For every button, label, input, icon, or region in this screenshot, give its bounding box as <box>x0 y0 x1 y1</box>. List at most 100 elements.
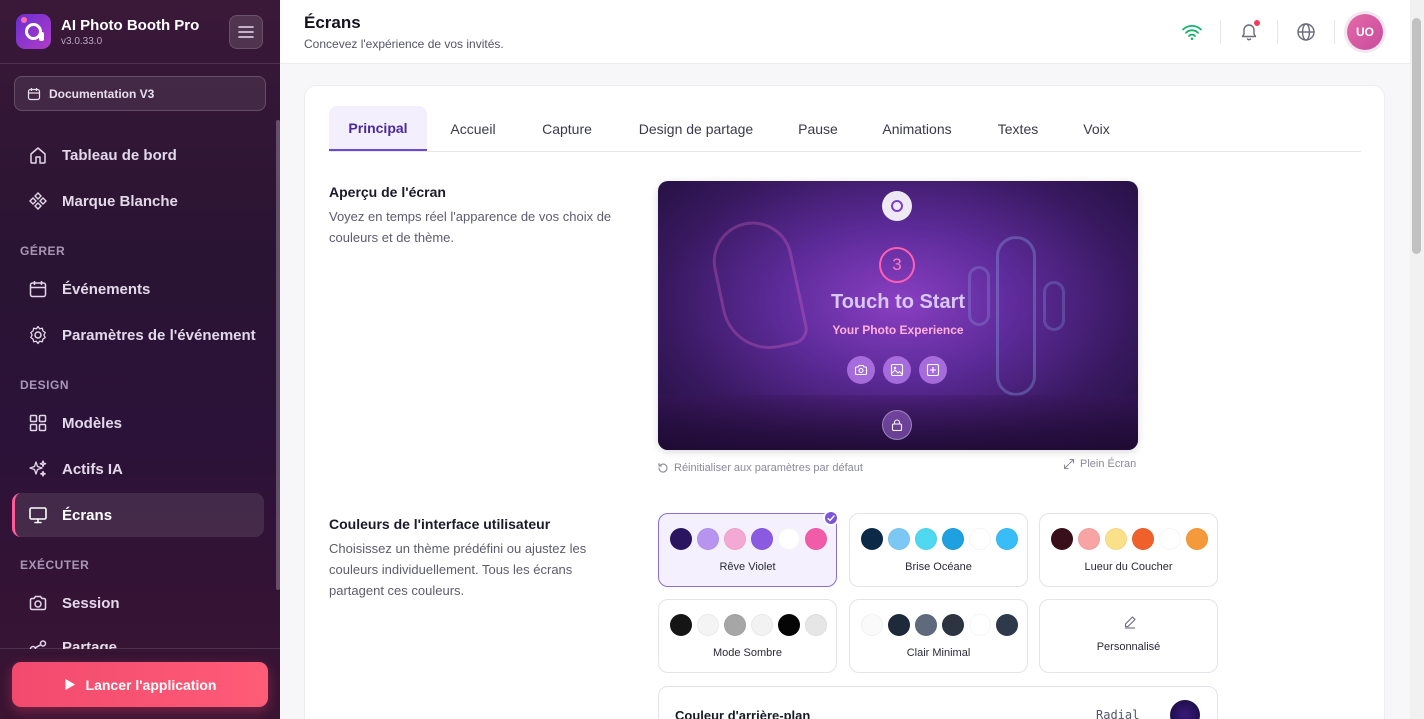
sidebar-scrollbar[interactable] <box>276 120 280 590</box>
sidebar-item-events[interactable]: Événements <box>12 267 264 311</box>
brand[interactable]: AI Photo Booth Pro v3.0.33.0 <box>16 14 199 49</box>
theme-card-lueur-coucher[interactable]: Lueur du Coucher <box>1039 513 1218 587</box>
header-separator <box>1334 20 1335 44</box>
color-swatch <box>996 614 1018 636</box>
sidebar-item-label: Écrans <box>62 506 113 524</box>
launch-app-label: Lancer l'application <box>85 676 217 693</box>
section-design: DESIGN <box>20 378 70 392</box>
sidebar-item-share[interactable]: Partage <box>12 627 264 649</box>
cactus-neon-decoration <box>996 236 1036 396</box>
sidebar-divider <box>0 648 280 649</box>
launch-app-button[interactable]: Lancer l'application <box>12 662 268 707</box>
sidebar-item-label: Paramètres de l'événement <box>62 326 256 344</box>
background-color-row[interactable]: Couleur d'arrière-plan Radial <box>658 686 1218 719</box>
hamburger-menu-button[interactable] <box>229 15 263 49</box>
wifi-status[interactable] <box>1180 20 1204 44</box>
camera-icon <box>29 595 47 611</box>
sidebar-item-dashboard[interactable]: Tableau de bord <box>12 133 264 177</box>
app-logo-icon <box>16 14 51 49</box>
sidebar-item-label: Session <box>62 594 120 612</box>
sidebar-item-session[interactable]: Session <box>12 581 264 625</box>
theme-card-reve-violet[interactable]: Rêve Violet <box>658 510 839 587</box>
sidebar-item-ai-assets[interactable]: Actifs IA <box>12 447 264 491</box>
documentation-button[interactable]: Documentation V3 <box>14 76 266 111</box>
preview-countdown: 3 <box>879 247 915 283</box>
header-separator <box>1220 20 1221 44</box>
theme-name: Rêve Violet <box>719 561 776 573</box>
theme-card-clair-minimal[interactable]: Clair Minimal <box>849 599 1028 673</box>
color-swatch <box>805 528 827 550</box>
reset-defaults-link[interactable]: Réinitialiser aux paramètres par défaut <box>657 462 863 474</box>
theme-swatches <box>861 528 1023 550</box>
tab-principal[interactable]: Principal <box>329 106 427 151</box>
tab-accueil[interactable]: Accueil <box>439 106 507 151</box>
notification-badge <box>1254 20 1260 26</box>
documentation-label: Documentation V3 <box>49 86 155 101</box>
color-swatch <box>915 614 937 636</box>
screen-preview[interactable]: 3 Touch to Start Your Photo Experience <box>658 181 1138 450</box>
color-swatch <box>942 614 964 636</box>
screen-tabs: Principal Accueil Capture Design de part… <box>329 106 1361 152</box>
color-swatch <box>697 614 719 636</box>
color-swatch <box>1159 528 1181 550</box>
sidebar-item-label: Marque Blanche <box>62 192 178 210</box>
preview-screen-title: Touch to Start <box>830 291 966 313</box>
theme-card-custom[interactable]: Personnalisé <box>1039 599 1218 673</box>
scrollbar-thumb[interactable] <box>1412 18 1421 254</box>
colors-section-title: Couleurs de l'interface utilisateur <box>329 516 551 532</box>
color-swatch <box>751 614 773 636</box>
pencil-icon <box>1124 616 1136 629</box>
reset-defaults-label: Réinitialiser aux paramètres par défaut <box>674 462 863 474</box>
reset-icon <box>658 462 668 473</box>
tab-textes[interactable]: Textes <box>990 106 1046 151</box>
theme-name: Brise Océane <box>905 561 972 573</box>
sidebar-item-screens[interactable]: Écrans <box>12 493 264 537</box>
image-icon <box>890 363 904 377</box>
sidebar: AI Photo Booth Pro v3.0.33.0 Documentati… <box>0 0 280 719</box>
tab-animations[interactable]: Animations <box>872 106 962 151</box>
sidebar-divider <box>0 63 280 64</box>
tab-voix[interactable]: Voix <box>1074 106 1119 151</box>
color-swatch <box>888 614 910 636</box>
color-swatch <box>1078 528 1100 550</box>
color-swatch <box>1105 528 1127 550</box>
sparkles-icon <box>29 460 47 477</box>
theme-name: Clair Minimal <box>906 647 971 659</box>
tab-design-partage[interactable]: Design de partage <box>629 106 763 151</box>
preview-lock-button[interactable] <box>882 410 912 440</box>
notifications-button[interactable] <box>1237 20 1261 44</box>
color-swatch <box>670 614 692 636</box>
calendar-icon <box>29 281 47 298</box>
color-swatch <box>670 528 692 550</box>
sidebar-item-label: Modèles <box>62 414 123 432</box>
preview-logo-icon <box>882 191 912 221</box>
color-swatch <box>778 614 800 636</box>
color-swatch <box>1132 528 1154 550</box>
preview-add-button[interactable] <box>919 356 947 384</box>
preview-camera-button[interactable] <box>847 356 875 384</box>
monitor-icon <box>29 507 47 524</box>
app-version: v3.0.33.0 <box>61 35 103 47</box>
sidebar-item-label: Tableau de bord <box>62 146 177 164</box>
sidebar-item-event-settings[interactable]: Paramètres de l'événement <box>12 313 264 357</box>
color-swatch <box>1051 528 1073 550</box>
colors-section-description: Choisissez un thème prédéfini ou ajustez… <box>329 541 587 598</box>
language-button[interactable] <box>1294 20 1318 44</box>
tab-pause[interactable]: Pause <box>789 106 847 151</box>
hamburger-icon <box>238 26 254 38</box>
fullscreen-link[interactable]: Plein Écran <box>1063 458 1136 470</box>
calendar-icon <box>27 87 41 100</box>
gear-icon <box>30 325 46 345</box>
tab-capture[interactable]: Capture <box>532 106 602 151</box>
theme-card-brise-oceane[interactable]: Brise Océane <box>849 513 1028 587</box>
color-swatch <box>969 614 991 636</box>
main-scrollbar[interactable] <box>1410 0 1424 719</box>
theme-card-mode-sombre[interactable]: Mode Sombre <box>658 599 837 673</box>
sidebar-item-white-label[interactable]: Marque Blanche <box>12 179 264 223</box>
sidebar-item-templates[interactable]: Modèles <box>12 401 264 445</box>
expand-icon <box>1063 458 1075 470</box>
preview-gallery-button[interactable] <box>883 356 911 384</box>
background-mode[interactable]: Radial <box>1096 708 1139 719</box>
background-color-swatch[interactable] <box>1170 700 1200 719</box>
user-avatar[interactable]: UO <box>1347 14 1383 50</box>
